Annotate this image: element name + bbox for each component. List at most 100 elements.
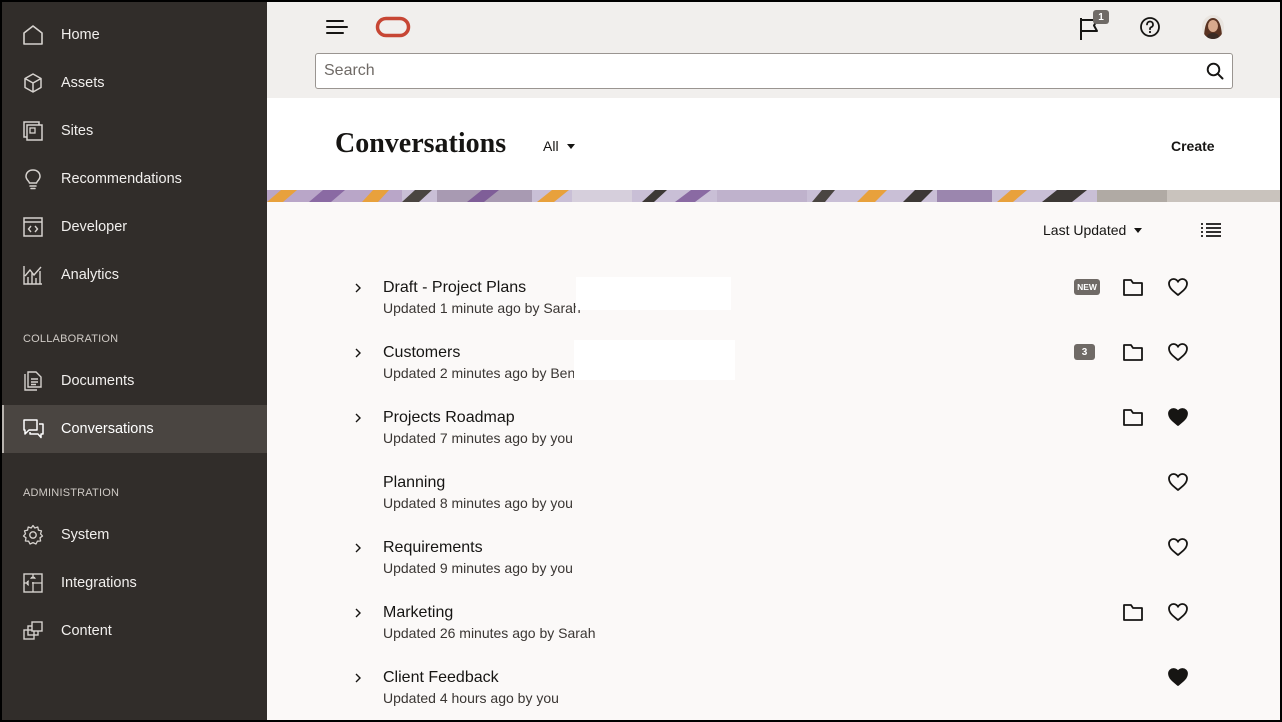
conversation-row[interactable]: Projects Roadmap Updated 7 minutes ago b… xyxy=(267,398,1282,463)
sidebar-item-home[interactable]: Home xyxy=(0,11,267,59)
sites-icon xyxy=(23,121,43,141)
heart-filled-icon[interactable] xyxy=(1167,407,1189,427)
sidebar-item-analytics[interactable]: Analytics xyxy=(0,251,267,299)
sidebar-item-label: Content xyxy=(61,623,112,639)
oracle-logo-icon[interactable] xyxy=(375,16,411,38)
sidebar-item-label: Documents xyxy=(61,373,135,389)
conversation-title[interactable]: Planning xyxy=(383,474,445,492)
sidebar-item-label: Conversations xyxy=(61,421,154,437)
lightbulb-icon xyxy=(25,169,41,190)
heart-outline-icon[interactable] xyxy=(1167,472,1189,492)
sidebar-item-label: Assets xyxy=(61,75,105,91)
conversations-icon xyxy=(23,419,44,439)
new-badge: NEW xyxy=(1074,279,1100,295)
code-window-icon xyxy=(23,217,43,237)
chevron-right-icon[interactable] xyxy=(353,347,363,359)
heart-outline-icon[interactable] xyxy=(1167,342,1189,362)
home-icon xyxy=(23,25,43,45)
heart-outline-icon[interactable] xyxy=(1167,277,1189,297)
conversation-updated: Updated 26 minutes ago by Sarah xyxy=(383,625,596,641)
decorative-banner xyxy=(267,190,1282,202)
administration-section-header: ADMINISTRATION xyxy=(23,487,120,499)
chevron-right-icon[interactable] xyxy=(353,607,363,619)
conversation-row[interactable]: Client Feedback Updated 4 hours ago by y… xyxy=(267,658,1282,722)
avatar-photo-icon xyxy=(1202,15,1224,39)
search-input[interactable] xyxy=(324,54,1194,88)
sort-dropdown[interactable]: Last Updated xyxy=(1043,222,1143,238)
top-header: 1 xyxy=(267,0,1282,98)
search-icon[interactable] xyxy=(1206,62,1224,80)
sidebar-item-label: Integrations xyxy=(61,575,137,591)
sort-label: Last Updated xyxy=(1043,222,1127,238)
sidebar-item-sites[interactable]: Sites xyxy=(0,107,267,155)
search-bar xyxy=(315,53,1233,89)
conversation-list-panel: Last Updated Draft - Project Plans Updat… xyxy=(267,202,1282,722)
redacted-area xyxy=(574,340,735,380)
chevron-right-icon[interactable] xyxy=(353,412,363,424)
sidebar-item-label: Sites xyxy=(61,123,94,139)
conversation-row[interactable]: Planning Updated 8 minutes ago by you xyxy=(267,463,1282,528)
heart-outline-icon[interactable] xyxy=(1167,602,1189,622)
sidebar-item-assets[interactable]: Assets xyxy=(0,59,267,107)
hamburger-menu-icon[interactable] xyxy=(325,16,349,38)
unread-count-badge: 3 xyxy=(1074,344,1095,360)
create-button[interactable]: Create xyxy=(1171,138,1215,154)
help-icon[interactable] xyxy=(1139,16,1161,38)
sidebar-item-recommendations[interactable]: Recommendations xyxy=(0,155,267,203)
sidebar-item-system[interactable]: System xyxy=(0,511,267,559)
sidebar-item-conversations[interactable]: Conversations xyxy=(0,405,267,453)
chevron-right-icon[interactable] xyxy=(353,542,363,554)
heart-outline-icon[interactable] xyxy=(1167,537,1189,557)
sidebar-item-label: Recommendations xyxy=(61,171,182,187)
conversation-title[interactable]: Projects Roadmap xyxy=(383,409,515,427)
caret-down-icon xyxy=(566,143,575,149)
redacted-area xyxy=(576,277,731,310)
sidebar-item-integrations[interactable]: Integrations xyxy=(0,559,267,607)
sidebar-item-label: Home xyxy=(61,27,100,43)
conversation-title[interactable]: Customers xyxy=(383,344,460,362)
filter-dropdown[interactable]: All xyxy=(543,138,575,154)
folder-icon[interactable] xyxy=(1122,277,1144,297)
user-avatar[interactable] xyxy=(1202,15,1224,39)
cube-icon xyxy=(24,73,42,93)
conversation-row[interactable]: Customers Updated 2 minutes ago by Ben 3 xyxy=(267,333,1282,398)
conversation-updated: Updated 8 minutes ago by you xyxy=(383,495,573,511)
page-title: Conversations xyxy=(335,128,507,159)
documents-icon xyxy=(24,371,42,391)
conversation-updated: Updated 7 minutes ago by you xyxy=(383,430,573,446)
puzzle-icon xyxy=(23,573,43,593)
filter-label: All xyxy=(543,138,559,154)
conversation-title[interactable]: Draft - Project Plans xyxy=(383,279,526,297)
analytics-chart-icon xyxy=(23,266,42,285)
folder-icon[interactable] xyxy=(1122,342,1144,362)
sidebar-item-content[interactable]: Content xyxy=(0,607,267,655)
collaboration-section-header: COLLABORATION xyxy=(23,333,119,345)
notification-count-badge: 1 xyxy=(1093,10,1109,24)
conversation-row[interactable]: Requirements Updated 9 minutes ago by yo… xyxy=(267,528,1282,593)
conversation-updated: Updated 2 minutes ago by Ben xyxy=(383,365,576,381)
folder-icon[interactable] xyxy=(1122,602,1144,622)
conversation-updated: Updated 1 minute ago by Sarah xyxy=(383,300,581,316)
conversation-updated: Updated 4 hours ago by you xyxy=(383,690,559,706)
chevron-right-icon[interactable] xyxy=(353,282,363,294)
chevron-right-icon[interactable] xyxy=(353,672,363,684)
gear-icon xyxy=(22,524,44,545)
conversation-updated: Updated 9 minutes ago by you xyxy=(383,560,573,576)
sidebar-item-label: System xyxy=(61,527,110,543)
sidebar-item-developer[interactable]: Developer xyxy=(0,203,267,251)
caret-down-icon xyxy=(1134,227,1143,233)
sidebar: Home Assets Sites Recommendations Develo… xyxy=(0,0,267,722)
notifications-button[interactable]: 1 xyxy=(1077,10,1113,42)
sidebar-item-label: Analytics xyxy=(61,267,120,283)
heart-filled-icon[interactable] xyxy=(1167,667,1189,687)
conversation-title[interactable]: Marketing xyxy=(383,604,453,622)
conversation-row[interactable]: Marketing Updated 26 minutes ago by Sara… xyxy=(267,593,1282,658)
conversation-title[interactable]: Client Feedback xyxy=(383,669,499,687)
content-stack-icon xyxy=(23,621,43,640)
conversation-title[interactable]: Requirements xyxy=(383,539,483,557)
sidebar-item-documents[interactable]: Documents xyxy=(0,357,267,405)
page-header: Conversations All Create xyxy=(267,98,1282,190)
conversation-row[interactable]: Draft - Project Plans Updated 1 minute a… xyxy=(267,268,1282,333)
folder-icon[interactable] xyxy=(1122,407,1144,427)
list-view-icon[interactable] xyxy=(1200,222,1222,238)
